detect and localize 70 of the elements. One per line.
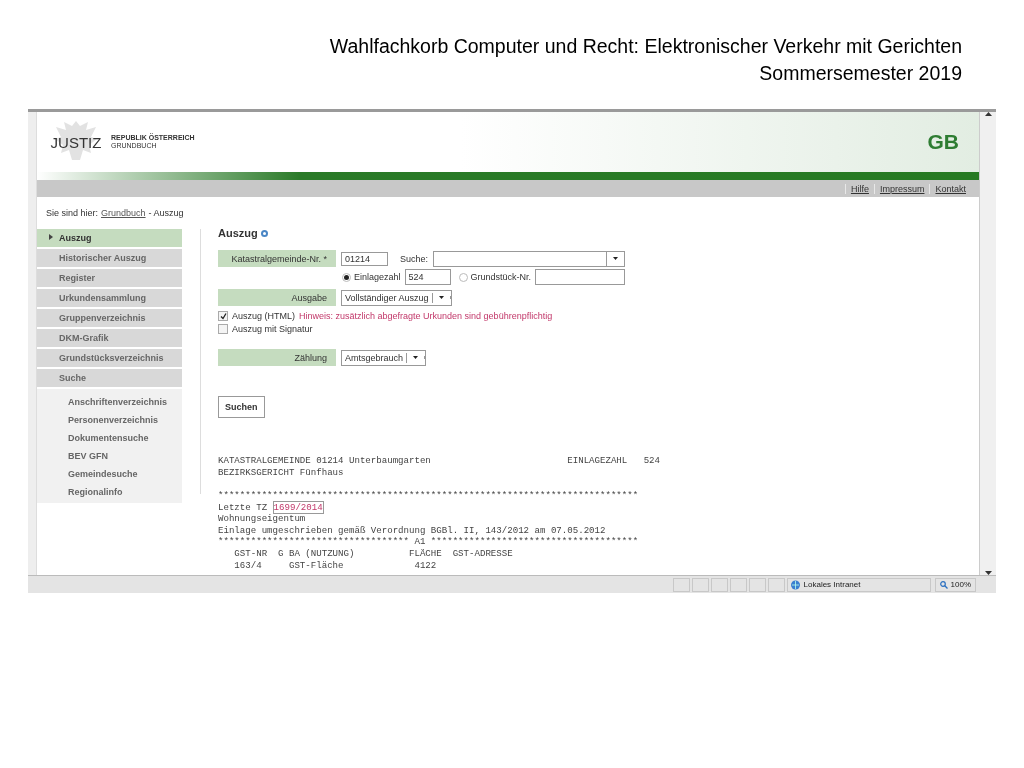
input-field[interactable]: 01214 (341, 251, 388, 266)
extract-line: Letzte TZ (218, 501, 269, 513)
radio-button[interactable] (342, 272, 351, 282)
search-button[interactable]: Suchen (218, 396, 265, 418)
nav-link[interactable]: Impressum (873, 183, 930, 194)
sidebar-item[interactable]: Historischer Auszug (37, 249, 182, 267)
dropdown-caret-icon[interactable] (613, 257, 619, 260)
status-panel (691, 577, 709, 592)
input-field[interactable]: 524 (404, 269, 451, 285)
sidebar-subitem[interactable]: Dokumentensuche (37, 429, 182, 447)
globe-icon (789, 579, 801, 590)
magnifier-icon (939, 580, 948, 589)
radio-label: Einlagezahl (354, 272, 401, 282)
extract-line: GST-NR G BA (NUTZUNG) FLÄCHE GST-ADRESSE (233, 547, 514, 560)
checkbox[interactable] (218, 324, 228, 334)
sidebar-subitem[interactable]: Anschriftenverzeichnis (37, 393, 182, 411)
field-label: Zählung (218, 349, 336, 366)
sidebar-item[interactable]: DKM-Grafik (37, 329, 182, 347)
extract-line: Wohnungseigentum (218, 513, 307, 525)
field-label: Suche: (400, 253, 429, 264)
status-panel (729, 577, 747, 592)
triangle-icon (49, 234, 53, 240)
status-panel (672, 577, 690, 592)
field-label: Katastralgemeinde-Nr. * (218, 250, 336, 267)
sidebar-subitem[interactable]: Gemeindesuche (37, 465, 182, 483)
extract-line: 163/4 GST-Fläche 4122 (233, 559, 438, 572)
fee-hint: Hinweis: zusätzlich abgefragte Urkunden sind gebührenpflichtig (299, 311, 553, 321)
field-label: Ausgabe (218, 289, 336, 306)
form-title: Auszug (218, 227, 258, 239)
zoom-control[interactable]: 100% (934, 577, 976, 592)
count-dropdown[interactable]: Amtsgebrauch (341, 349, 427, 366)
sidebar-subitem[interactable]: BEV GFN (37, 447, 182, 465)
radio-label: Grundstück-Nr. (470, 272, 532, 282)
sidebar-item[interactable]: Grundstücksverzeichnis (37, 349, 182, 367)
output-dropdown[interactable]: Vollständiger Auszug (341, 289, 452, 306)
slide-title: Sommersemester 2019 (759, 61, 962, 86)
status-panel (767, 577, 785, 592)
extract-line: *********************************** A1 ************************************** (218, 536, 640, 548)
sidebar-subitem[interactable]: Personenverzeichnis (37, 411, 182, 429)
extract-line: KATASTRALGEMEINDE 01214 Unterbaumgarten EINLAGEZAHL 524 (218, 455, 662, 467)
checkbox[interactable] (218, 311, 228, 321)
breadcrumb-label: Sie sind hier: (46, 208, 99, 220)
checkbox-label: Auszug (HTML) (232, 311, 295, 321)
breadcrumb-current: - Auszug (148, 208, 184, 220)
sidebar-item[interactable]: Gruppenverzeichnis (37, 309, 182, 327)
logo-text: JUSTIZ (50, 133, 102, 151)
sidebar-subitem[interactable]: Regionalinfo (37, 483, 182, 501)
sidebar-item[interactable]: Suche (37, 369, 182, 387)
site-code-label: GB (927, 130, 959, 154)
input-field[interactable] (535, 269, 626, 285)
dropdown-caret-icon[interactable] (413, 356, 419, 359)
nav-link[interactable]: Kontakt (929, 183, 971, 194)
nav-link[interactable]: Hilfe (844, 183, 874, 194)
status-panel (748, 577, 766, 592)
extract-line: Einlage umgeschrieben gemäß Verordnung BGBl. II, 143/2012 am 07.05.2012 (218, 524, 607, 537)
slide-title: Wahlfachkorb Computer und Recht: Elektronischer Verkehr mit Gerichten (329, 34, 962, 59)
status-panel (710, 577, 728, 592)
extract-line: BEZIRKSGERICHT Fünfhaus (218, 466, 345, 479)
extract-line: ***************************************************************************** (218, 489, 640, 502)
sidebar-item[interactable]: Register (37, 269, 182, 287)
dropdown-caret-icon[interactable] (438, 296, 444, 299)
zone-label: Lokales Intranet (803, 580, 861, 589)
checkbox-label: Auszug mit Signatur (232, 324, 313, 334)
help-icon[interactable] (260, 229, 268, 237)
breadcrumb-link[interactable]: Grundbuch (101, 208, 146, 229)
radio-button[interactable] (458, 272, 468, 282)
tz-link[interactable]: 1699/2014 (272, 500, 324, 514)
sidebar-item[interactable]: Auszug (37, 229, 182, 247)
scroll-up-icon[interactable] (984, 112, 992, 116)
sidebar-item[interactable]: Urkundensammlung (37, 289, 182, 307)
